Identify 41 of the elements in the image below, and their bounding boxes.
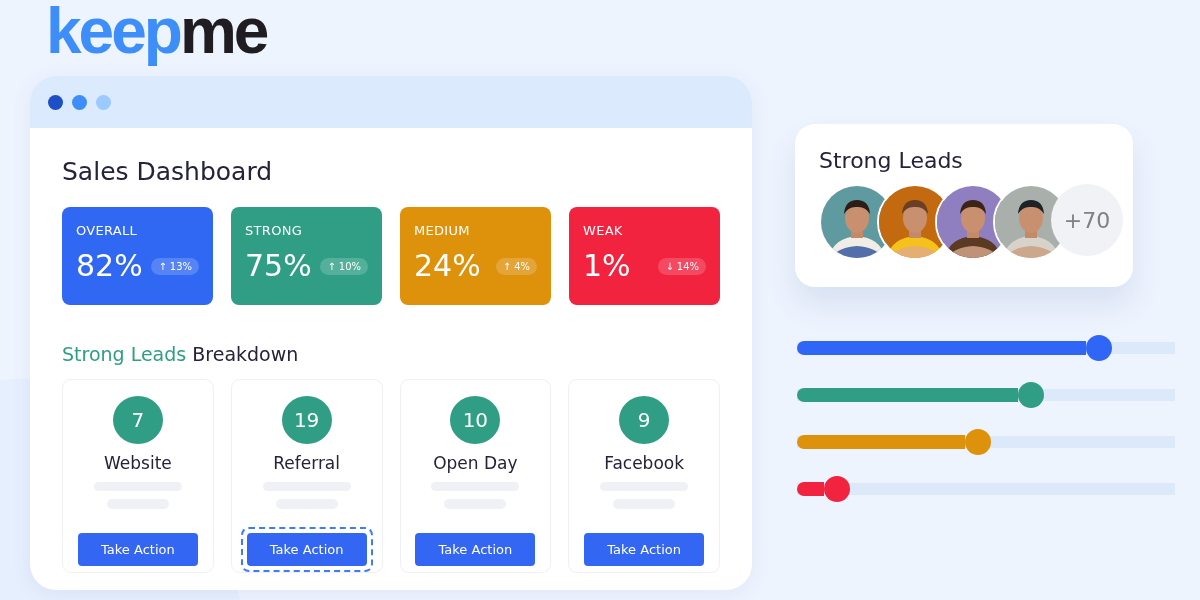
window-dot <box>96 94 111 110</box>
take-action-button[interactable]: Take Action <box>246 533 367 566</box>
slider-thumb[interactable] <box>1018 382 1045 408</box>
slider-thumb[interactable] <box>965 429 992 455</box>
count-badge: 7 <box>112 396 163 444</box>
count-badge: 10 <box>450 396 501 444</box>
count-badge: 9 <box>619 396 670 444</box>
arrow-icon: ↑ <box>502 260 512 272</box>
change-value: 4% <box>514 260 530 272</box>
stat-value: 75% <box>245 248 312 284</box>
stat-value: 1% <box>583 248 631 284</box>
stat-value: 24% <box>414 248 481 284</box>
stat-label: WEAK <box>583 223 624 238</box>
arrow-icon: ↑ <box>327 260 336 272</box>
take-action-button[interactable]: Take Action <box>584 533 705 566</box>
source-name: Facebook <box>604 451 685 474</box>
take-action-button[interactable]: Take Action <box>415 533 536 566</box>
dashboard-title: Sales Dashboard <box>62 156 274 188</box>
slider-thumb[interactable] <box>823 476 850 502</box>
change-value: 13% <box>169 260 192 272</box>
stat-label: OVERALL <box>76 223 139 238</box>
stat-value: 82% <box>76 248 143 284</box>
arrow-icon: ↑ <box>158 260 167 272</box>
take-action-button[interactable]: Take Action <box>77 533 198 566</box>
source-name: Referral <box>273 451 340 474</box>
change-value: 14% <box>676 260 699 272</box>
slider-fill <box>797 482 824 496</box>
arrow-icon: ↓ <box>665 260 674 272</box>
window-dot <box>48 94 63 110</box>
more-count: +70 <box>1051 184 1123 256</box>
count-badge: 19 <box>281 396 332 444</box>
stat-label: STRONG <box>245 223 304 238</box>
card-title: Strong Leads <box>819 147 964 175</box>
stat-label: MEDIUM <box>414 223 471 238</box>
window-dot <box>72 94 87 110</box>
section-heading: Strong Leads Breakdown <box>62 342 300 367</box>
source-name: Website <box>104 451 172 474</box>
slider-thumb[interactable] <box>1086 335 1113 361</box>
change-value: 10% <box>338 260 361 272</box>
source-name: Open Day <box>433 451 518 474</box>
logo: keepme <box>46 0 267 69</box>
